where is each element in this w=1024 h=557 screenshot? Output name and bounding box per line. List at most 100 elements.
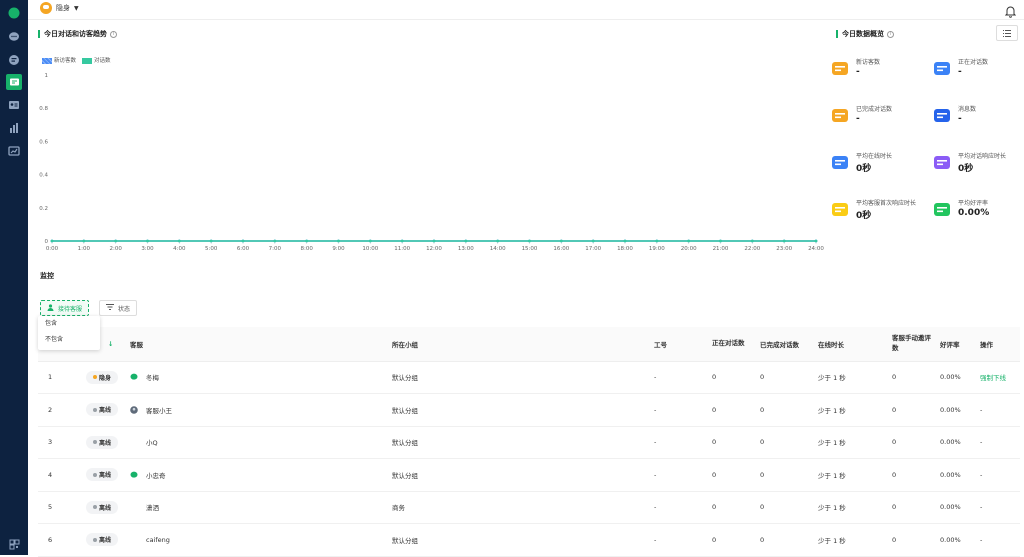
first-response-icon: [830, 200, 850, 220]
agent-name-text: 客服小王: [146, 406, 172, 415]
y-tick-label: 0.2: [39, 206, 48, 212]
cell-id: -: [650, 491, 708, 524]
cell-name: 小忠奇: [126, 458, 388, 492]
x-tick-label: 1:00: [78, 246, 91, 252]
agent-name-text: caifeng: [146, 535, 170, 544]
sidebar: [0, 0, 28, 555]
force-offline-link[interactable]: 强制下线: [976, 361, 1020, 394]
monitor-title: 监控: [40, 271, 54, 281]
trend-title-text: 今日对话和访客趋势: [44, 30, 107, 38]
legend-label: 新访客数: [54, 58, 77, 64]
apps-icon[interactable]: [6, 536, 22, 552]
cell-idx: 5: [38, 491, 82, 524]
kpi-card: 平均对话响应时长 0秒: [932, 151, 1022, 181]
data-point: [655, 239, 659, 243]
x-tick-label: 0:00: [46, 246, 59, 252]
agent-name: 客服小王: [130, 405, 384, 415]
x-tick-label: 22:00: [744, 246, 760, 252]
cell-done: 0: [756, 361, 814, 394]
table-row: 4 离线 小忠奇 默认分组 -0 0 少于 1 秒 0 0.00% -: [38, 458, 1020, 492]
info-icon[interactable]: i: [110, 30, 117, 38]
completed-icon: [830, 106, 850, 126]
col-online: 在线时长: [814, 327, 888, 362]
x-tick-label: 7:00: [269, 246, 282, 252]
overview-title-text: 今日数据概览: [842, 30, 884, 38]
cell-id: -: [650, 426, 708, 459]
legend-item-visitors[interactable]: 新访客数: [42, 56, 76, 64]
monitor-table: ↓ 客服 所在小组 工号 正在对话数 已完成对话数 在线时长 客服手动邀评数 好…: [38, 327, 1020, 557]
sort-down-icon[interactable]: ↓: [108, 340, 113, 348]
kpi-card: 新访客数 -: [830, 57, 920, 87]
kpi-label: 平均在线时长: [856, 153, 893, 160]
col-rate: 好评率: [936, 327, 976, 362]
cell-id: -: [650, 393, 708, 427]
settings-button[interactable]: [996, 25, 1018, 41]
cell-name: 客服小王: [126, 393, 388, 427]
chat-icon[interactable]: [6, 29, 22, 45]
status-dot: [93, 472, 97, 477]
kpi-value: -: [856, 67, 860, 77]
status-selector[interactable]: 隐身 ▼: [40, 2, 79, 14]
x-tick-label: 2:00: [109, 246, 122, 252]
kpi-card: 消息数 -: [932, 104, 1022, 134]
kpi-card: 平均客服首次响应时长 0秒: [830, 198, 920, 228]
x-tick-label: 13:00: [458, 246, 474, 252]
status-dot: [93, 375, 97, 380]
x-tick-label: 9:00: [332, 246, 345, 252]
dropdown-option-exclude[interactable]: 不包含: [38, 332, 100, 348]
monitor-title-text: 监控: [40, 272, 54, 280]
dropdown-option-include[interactable]: 包含: [38, 316, 100, 332]
cell-op: -: [976, 393, 1020, 427]
status-badge: 离线: [86, 533, 119, 547]
list-icon: [1003, 29, 1011, 37]
stats-icon[interactable]: [6, 120, 22, 136]
cell-id: -: [650, 458, 708, 492]
table-row: 3 离线 小Q 默认分组 -0 0 少于 1 秒 0 0.00% -: [38, 426, 1020, 459]
messages-nav-icon[interactable]: [6, 52, 22, 68]
reports-icon[interactable]: [6, 143, 22, 159]
cell-online: 少于 1 秒: [814, 491, 888, 524]
caret-down-icon: ▼: [74, 4, 79, 12]
status-filter-button[interactable]: 状态: [99, 300, 138, 316]
col-agent: 客服: [126, 327, 388, 362]
x-tick-label: 6:00: [237, 246, 250, 252]
info-icon[interactable]: i: [887, 30, 894, 38]
chatting-icon: [932, 59, 952, 79]
y-tick-label: 0: [45, 239, 49, 245]
agent-filter-button[interactable]: 接待客服: [40, 300, 90, 316]
data-point: [368, 239, 372, 243]
kpi-value: 0.00%: [958, 208, 990, 218]
agent-filter-dropdown: 包含 不包含: [38, 316, 100, 350]
col-group: 所在小组: [388, 327, 650, 362]
status-text: 离线: [99, 407, 112, 415]
cell-name: 潇洒: [126, 491, 388, 524]
legend-item-chats[interactable]: 对话数: [82, 56, 111, 64]
status-label: 隐身: [56, 4, 70, 12]
cell-invites: 0: [888, 393, 936, 427]
monitor-nav-icon[interactable]: [6, 74, 22, 90]
cell-rate: 0.00%: [936, 393, 976, 427]
kpi-label: 平均对话响应时长: [958, 153, 1007, 160]
contacts-icon[interactable]: [6, 97, 22, 113]
data-point: [82, 239, 86, 243]
cell-id: -: [650, 523, 708, 557]
cell-status: 离线: [82, 393, 126, 427]
kpi-value: -: [856, 114, 860, 124]
cell-idx: 2: [38, 393, 82, 427]
cell-status: 离线: [82, 523, 126, 557]
title-accent: [836, 30, 838, 38]
kpi-value: -: [958, 114, 962, 124]
cell-chatting: 0: [708, 458, 756, 492]
bell-icon[interactable]: [1004, 3, 1017, 22]
status-text: 离线: [99, 504, 112, 512]
cell-name: 小Q: [126, 426, 388, 459]
kpi-card: 正在对话数 -: [932, 57, 1022, 87]
cell-done: 0: [756, 393, 814, 427]
cell-rate: 0.00%: [936, 426, 976, 459]
data-point: [50, 239, 54, 243]
logo-icon[interactable]: [6, 6, 22, 22]
status-badge: 离线: [86, 468, 119, 482]
status-text: 离线: [99, 472, 112, 480]
agent-name-text: 小Q: [146, 439, 158, 448]
agent-name-text: 冬梅: [146, 374, 159, 383]
